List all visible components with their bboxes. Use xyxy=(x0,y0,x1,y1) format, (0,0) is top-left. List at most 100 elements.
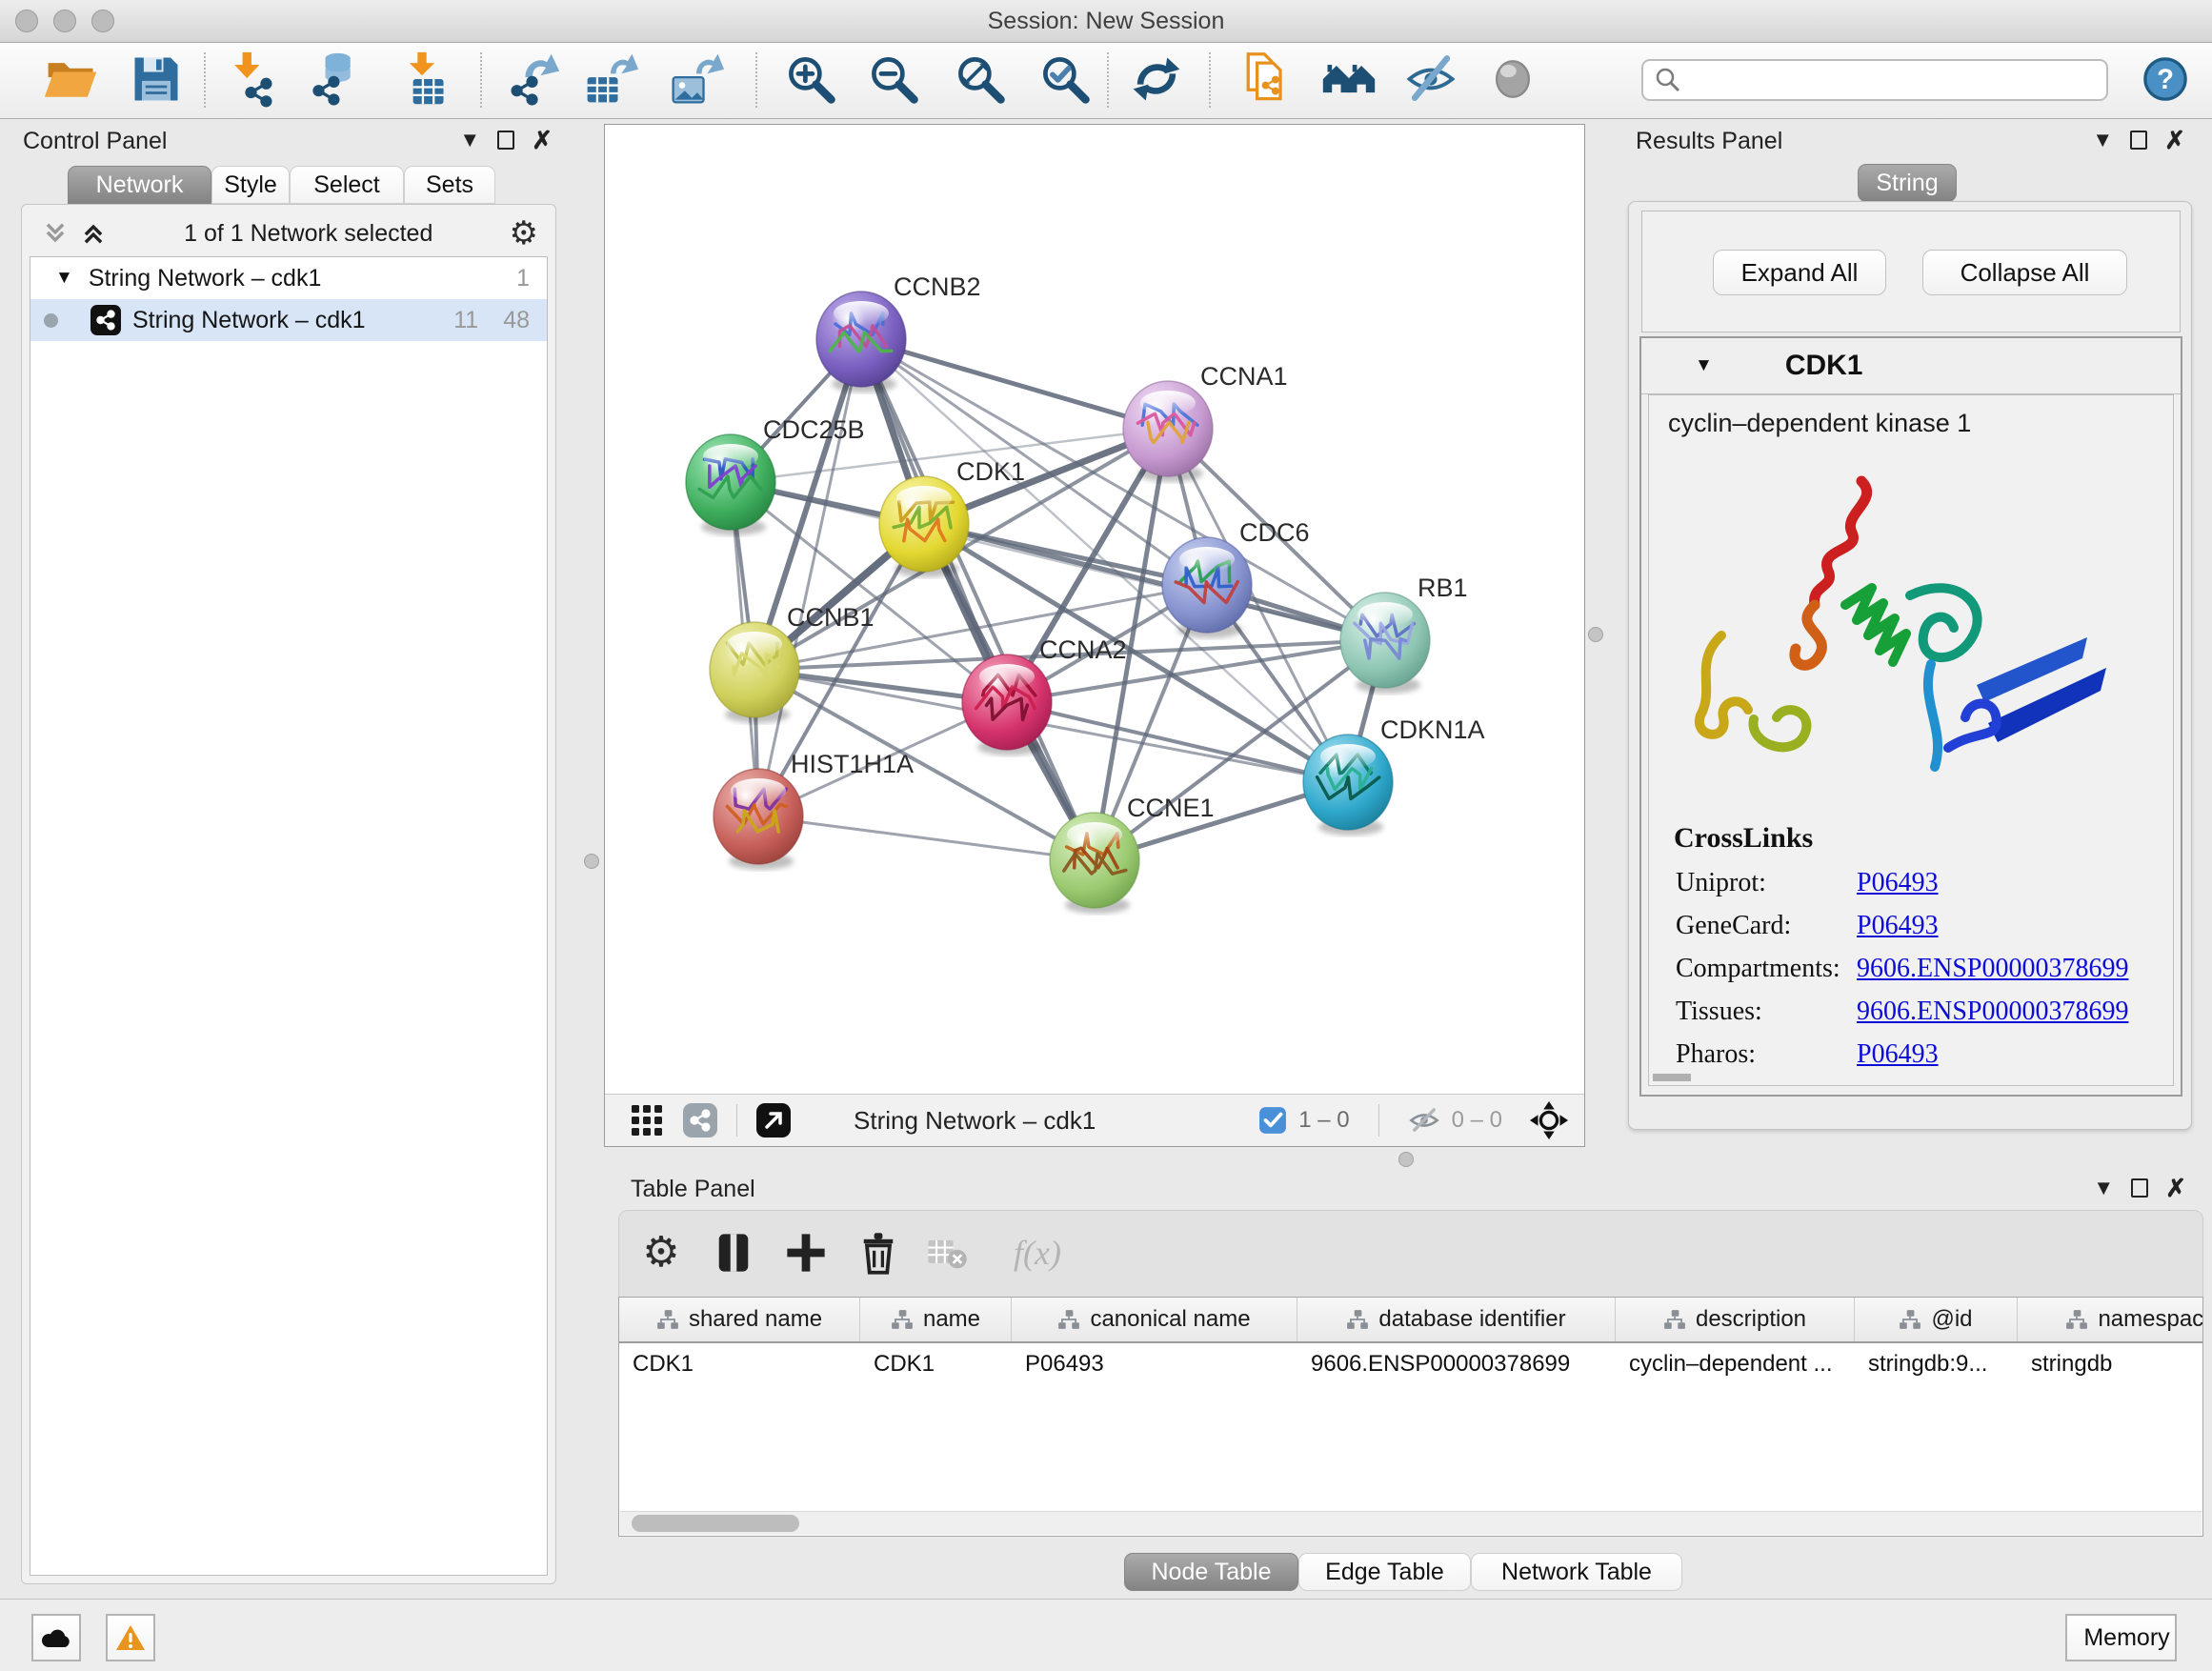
float-panel-icon[interactable] xyxy=(2131,1178,2148,1198)
add-column-icon[interactable] xyxy=(779,1226,833,1279)
show-columns-icon[interactable] xyxy=(707,1226,760,1279)
zoom-fit-button[interactable] xyxy=(950,49,1011,110)
tab-edge-table[interactable]: Edge Table xyxy=(1298,1553,1471,1591)
collapse-all-button[interactable]: Collapse All xyxy=(1922,250,2127,295)
close-panel-icon[interactable]: ✗ xyxy=(532,130,553,151)
network-canvas[interactable]: CCNB2CCNA1CDC25BCDK1CDC6RB1CCNB1CCNA2CDK… xyxy=(605,125,1584,1095)
table-cell: stringdb:9... xyxy=(1855,1343,2018,1385)
crosslink-value-link[interactable]: 9606.ENSP00000378699 xyxy=(1857,997,2128,1027)
tab-style[interactable]: Style xyxy=(211,166,290,204)
table-h-scrollbar[interactable] xyxy=(620,1511,2202,1535)
save-session-button[interactable] xyxy=(126,49,187,110)
edge-CDK1-RB1[interactable] xyxy=(924,524,1385,640)
table-row[interactable]: CDK1CDK1P064939606.ENSP00000378699cyclin… xyxy=(619,1343,2202,1385)
export-table-button[interactable] xyxy=(580,49,641,110)
tab-node-table[interactable]: Node Table xyxy=(1124,1553,1298,1591)
open-in-new-window-icon[interactable] xyxy=(754,1101,793,1139)
home-networks-button[interactable] xyxy=(1318,49,1379,110)
expand-all-networks-icon[interactable] xyxy=(79,219,108,248)
network-view-statusbar: String Network – cdk1 1 – 0 0 – 0 xyxy=(605,1094,1584,1146)
edge-CCNB2-HIST1H1A[interactable] xyxy=(758,339,861,816)
network-node-CDKN1A[interactable] xyxy=(1303,735,1393,836)
protein-section-header[interactable]: ▼ CDK1 xyxy=(1641,338,2181,394)
crosslink-value-link[interactable]: P06493 xyxy=(1857,868,1939,898)
first-neighbors-button[interactable] xyxy=(1236,49,1297,110)
title-bar: Session: New Session xyxy=(0,0,2212,43)
table-options-gear-icon[interactable]: ⚙ xyxy=(634,1226,688,1279)
column-header-shared-name[interactable]: shared name xyxy=(619,1298,860,1341)
export-network-button[interactable] xyxy=(502,49,563,110)
network-badge-icon[interactable] xyxy=(681,1101,719,1139)
column-header-canonical-name[interactable]: canonical name xyxy=(1012,1298,1297,1341)
tab-network[interactable]: Network xyxy=(68,166,211,204)
zoom-out-button[interactable] xyxy=(863,49,924,110)
hide-selected-button[interactable] xyxy=(1400,49,1461,110)
network-node-CCNB2[interactable] xyxy=(816,292,906,393)
column-header--id[interactable]: @id xyxy=(1855,1298,2018,1341)
network-node-HIST1H1A[interactable] xyxy=(714,769,803,870)
close-panel-icon[interactable]: ✗ xyxy=(2165,1178,2186,1198)
network-node-CCNE1[interactable] xyxy=(1050,813,1139,914)
column-header-database-identifier[interactable]: database identifier xyxy=(1297,1298,1616,1341)
tab-string-results[interactable]: String xyxy=(1858,164,1957,202)
right-splitter-handle[interactable] xyxy=(1588,627,1603,642)
edge-CCNA2-CDKN1A[interactable] xyxy=(1007,702,1348,782)
tab-network-table[interactable]: Network Table xyxy=(1471,1553,1682,1591)
crosslink-value-link[interactable]: P06493 xyxy=(1857,1039,1939,1070)
results-scrollbar-thumb[interactable] xyxy=(1653,1074,1691,1081)
edge-CCNB2-CCNE1[interactable] xyxy=(861,339,1095,860)
import-network-button[interactable] xyxy=(220,49,281,110)
cloud-button[interactable] xyxy=(31,1614,81,1661)
crosslink-value-link[interactable]: 9606.ENSP00000378699 xyxy=(1857,954,2128,984)
float-menu-icon[interactable]: ▼ xyxy=(459,130,480,151)
network-row[interactable]: String Network – cdk1 11 48 xyxy=(30,299,547,341)
network-node-CDC25B[interactable] xyxy=(686,434,775,535)
selected-checkbox-icon[interactable] xyxy=(1258,1106,1287,1135)
collection-caret-icon[interactable]: ▼ xyxy=(55,268,73,289)
crosslink-value-link[interactable]: P06493 xyxy=(1857,911,1939,941)
network-node-CCNA1[interactable] xyxy=(1123,381,1213,482)
open-session-button[interactable] xyxy=(41,49,102,110)
warnings-button[interactable] xyxy=(106,1614,155,1661)
float-panel-icon[interactable] xyxy=(497,131,514,150)
column-header-description[interactable]: description xyxy=(1616,1298,1855,1341)
tab-sets[interactable]: Sets xyxy=(404,166,495,204)
zoom-in-button[interactable] xyxy=(780,49,841,110)
edge-HIST1H1A-CCNE1[interactable] xyxy=(758,816,1095,860)
bottom-splitter-handle[interactable] xyxy=(1398,1152,1414,1167)
column-header-namespace[interactable]: namespace xyxy=(2018,1298,2203,1341)
zoom-selected-button[interactable] xyxy=(1035,49,1096,110)
network-options-gear-icon[interactable]: ⚙ xyxy=(510,217,538,250)
expand-all-button[interactable]: Expand All xyxy=(1713,250,1886,295)
help-button[interactable]: ? xyxy=(2139,52,2192,106)
import-database-button[interactable] xyxy=(302,49,363,110)
edge-CCNB2-CCNA1[interactable] xyxy=(861,339,1168,429)
delete-column-icon[interactable] xyxy=(852,1226,905,1279)
table-h-scrollbar-thumb[interactable] xyxy=(632,1515,799,1532)
tab-select[interactable]: Select xyxy=(290,166,404,204)
network-node-RB1[interactable] xyxy=(1340,593,1430,694)
refresh-button[interactable] xyxy=(1126,49,1187,110)
export-image-button[interactable] xyxy=(666,49,727,110)
fit-content-crosshair-icon[interactable] xyxy=(1529,1100,1569,1140)
memory-button[interactable]: Memory xyxy=(2065,1614,2177,1661)
grid-view-icon[interactable] xyxy=(628,1101,666,1139)
column-header-name[interactable]: name xyxy=(860,1298,1012,1341)
search-input[interactable] xyxy=(1689,62,2106,98)
network-collection-row[interactable]: ▼ String Network – cdk1 1 xyxy=(30,257,547,299)
float-panel-icon[interactable] xyxy=(2130,131,2147,150)
crosslink-row: Pharos:P06493 xyxy=(1649,1039,2173,1077)
import-table-button[interactable] xyxy=(392,49,452,110)
collapse-all-networks-icon[interactable] xyxy=(41,219,70,248)
float-menu-icon[interactable]: ▼ xyxy=(2092,130,2113,151)
network-node-CCNA2[interactable] xyxy=(962,654,1052,755)
float-menu-icon[interactable]: ▼ xyxy=(2093,1178,2114,1198)
hidden-eye-icon[interactable] xyxy=(1408,1106,1440,1135)
network-node-CDC6[interactable] xyxy=(1162,537,1252,638)
network-node-CCNB1[interactable] xyxy=(710,622,799,723)
section-caret-icon[interactable]: ▼ xyxy=(1695,355,1713,376)
show-all-button[interactable] xyxy=(1482,49,1543,110)
close-panel-icon[interactable]: ✗ xyxy=(2164,130,2185,151)
network-node-CDK1[interactable] xyxy=(879,476,969,577)
left-splitter-handle[interactable] xyxy=(584,854,599,869)
